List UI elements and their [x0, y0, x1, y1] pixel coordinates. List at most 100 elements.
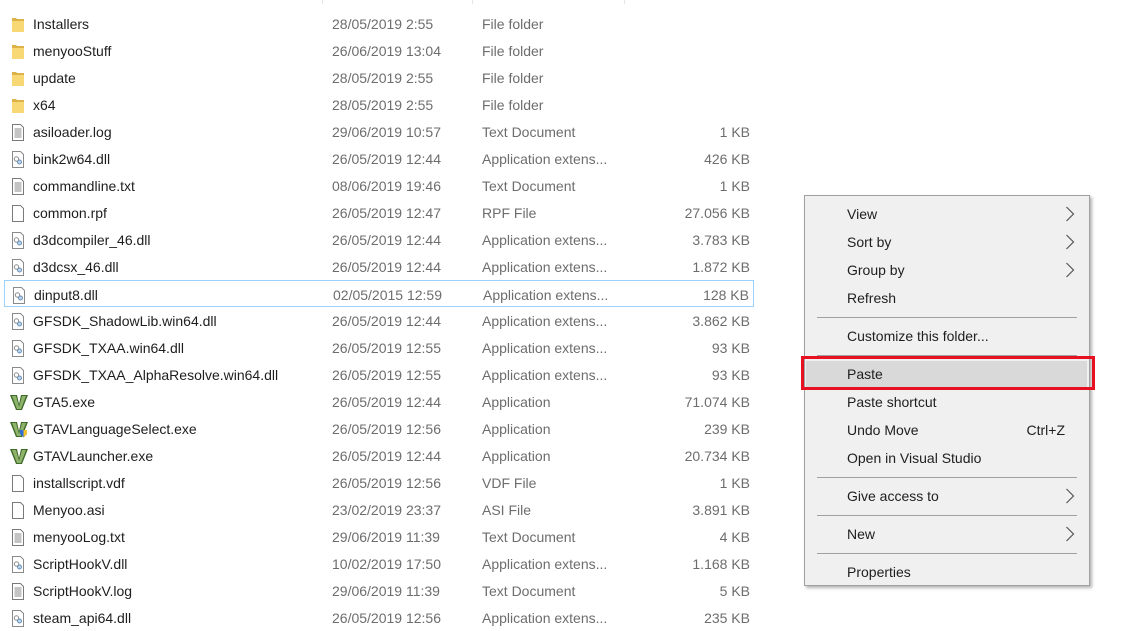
file-size: 426 KB: [704, 151, 750, 167]
chevron-right-icon: [1065, 488, 1075, 504]
menu-item-paste-shortcut[interactable]: Paste shortcut: [806, 389, 1087, 415]
file-row[interactable]: Menyoo.asi 23/02/2019 23:37 ASI File 3.8…: [4, 496, 754, 523]
menu-item-label: Group by: [847, 262, 905, 278]
file-size: 27.056 KB: [684, 205, 750, 221]
file-row[interactable]: installscript.vdf 26/05/2019 12:56 VDF F…: [4, 469, 754, 496]
file-date: 26/05/2019 12:44: [332, 259, 441, 275]
file-name: menyooLog.txt: [33, 529, 125, 545]
text-file-icon: [10, 178, 26, 195]
file-date: 28/05/2019 2:55: [332, 16, 434, 32]
folder-icon: [10, 16, 26, 33]
context-menu: View Sort by Group by Refresh Customize this…: [804, 195, 1090, 586]
folder-icon: [10, 97, 26, 114]
file-name: bink2w64.dll: [33, 151, 111, 167]
menu-item-group-by[interactable]: Group by: [806, 257, 1087, 283]
text-file-icon: [10, 583, 26, 600]
blank-file-icon: [10, 205, 26, 222]
chevron-right-icon: [1065, 262, 1075, 278]
file-date: 10/02/2019 17:50: [332, 556, 441, 572]
file-size: 1 KB: [719, 475, 750, 491]
chevron-right-icon: [1065, 206, 1075, 222]
file-row[interactable]: Installers 28/05/2019 2:55 File folder: [4, 10, 754, 37]
file-type: File folder: [482, 16, 544, 32]
column-divider: [472, 0, 473, 4]
paste-highlight-box: [801, 356, 1095, 390]
file-row[interactable]: GTAVLauncher.exe 26/05/2019 12:44 Applic…: [4, 442, 754, 469]
dll-file-icon: [10, 232, 26, 249]
file-date: 26/05/2019 12:47: [332, 205, 441, 221]
file-name: Menyoo.asi: [33, 502, 105, 518]
file-name: GTA5.exe: [33, 394, 95, 410]
file-date: 26/05/2019 12:44: [332, 394, 441, 410]
column-divider: [624, 0, 625, 4]
file-name: asiloader.log: [33, 124, 112, 140]
file-row[interactable]: d3dcsx_46.dll 26/05/2019 12:44 Applicati…: [4, 253, 754, 280]
file-row[interactable]: menyooStuff 26/06/2019 13:04 File folder: [4, 37, 754, 64]
menu-item-sort-by[interactable]: Sort by: [806, 229, 1087, 255]
file-type: Text Document: [482, 124, 576, 140]
file-row[interactable]: d3dcompiler_46.dll 26/05/2019 12:44 Appl…: [4, 226, 754, 253]
shortcut-label: Ctrl+Z: [1026, 422, 1066, 438]
file-size: 71.074 KB: [684, 394, 750, 410]
menu-item-customize-this-folder[interactable]: Customize this folder...: [806, 323, 1087, 349]
file-date: 28/05/2019 2:55: [332, 70, 434, 86]
file-date: 29/06/2019 11:39: [332, 529, 440, 545]
dll-file-icon: [10, 259, 26, 276]
file-name: d3dcompiler_46.dll: [33, 232, 151, 248]
file-row[interactable]: bink2w64.dll 26/05/2019 12:44 Applicatio…: [4, 145, 754, 172]
file-row[interactable]: common.rpf 26/05/2019 12:47 RPF File 27.…: [4, 199, 754, 226]
menu-separator: [817, 553, 1077, 554]
file-row[interactable]: dinput8.dll 02/05/2015 12:59 Application…: [4, 280, 754, 307]
file-name: GTAVLauncher.exe: [33, 448, 154, 464]
menu-item-label: Open in Visual Studio: [847, 450, 982, 466]
file-row[interactable]: GFSDK_ShadowLib.win64.dll 26/05/2019 12:…: [4, 307, 754, 334]
dll-file-icon: [10, 313, 26, 330]
file-row[interactable]: ScriptHookV.dll 10/02/2019 17:50 Applica…: [4, 550, 754, 577]
menu-item-open-in-visual-studio[interactable]: Open in Visual Studio: [806, 445, 1087, 471]
file-date: 26/05/2019 12:44: [332, 313, 441, 329]
file-row[interactable]: update 28/05/2019 2:55 File folder: [4, 64, 754, 91]
file-name: installscript.vdf: [33, 475, 125, 491]
file-size: 239 KB: [704, 421, 750, 437]
file-name: GTAVLanguageSelect.exe: [33, 421, 197, 437]
file-name: GFSDK_TXAA_AlphaResolve.win64.dll: [33, 367, 279, 383]
file-row[interactable]: commandline.txt 08/06/2019 19:46 Text Do…: [4, 172, 754, 199]
file-row[interactable]: GFSDK_TXAA_AlphaResolve.win64.dll 26/05/…: [4, 361, 754, 388]
file-row[interactable]: GTA5.exe 26/05/2019 12:44 Application 71…: [4, 388, 754, 415]
file-type: RPF File: [482, 205, 537, 221]
file-date: 26/05/2019 12:56: [332, 610, 441, 626]
menu-separator: [817, 477, 1077, 478]
file-row[interactable]: asiloader.log 29/06/2019 10:57 Text Docu…: [4, 118, 754, 145]
menu-item-undo-move[interactable]: Undo Move Ctrl+Z: [806, 417, 1087, 443]
file-name: ScriptHookV.dll: [33, 556, 128, 572]
file-date: 08/06/2019 19:46: [332, 178, 441, 194]
file-row[interactable]: GTAVLanguageSelect.exe 26/05/2019 12:56 …: [4, 415, 754, 442]
dll-file-icon: [10, 367, 26, 384]
file-row[interactable]: menyooLog.txt 29/06/2019 11:39 Text Docu…: [4, 523, 754, 550]
file-row[interactable]: steam_api64.dll 26/05/2019 12:56 Applica…: [4, 604, 754, 631]
column-divider: [322, 0, 323, 4]
menu-item-label: Refresh: [847, 290, 897, 306]
menu-item-give-access-to[interactable]: Give access to: [806, 483, 1087, 509]
file-name: menyooStuff: [33, 43, 112, 59]
gta-v-icon: [10, 448, 28, 465]
file-row[interactable]: ScriptHookV.log 29/06/2019 11:39 Text Do…: [4, 577, 754, 604]
file-date: 26/05/2019 12:55: [332, 340, 441, 356]
file-row[interactable]: GFSDK_TXAA.win64.dll 26/05/2019 12:55 Ap…: [4, 334, 754, 361]
file-size: 5 KB: [719, 583, 750, 599]
file-type: Application: [482, 448, 551, 464]
file-date: 29/06/2019 11:39: [332, 583, 440, 599]
file-size: 3.891 KB: [692, 502, 750, 518]
file-size: 1.872 KB: [692, 259, 750, 275]
file-size: 3.783 KB: [692, 232, 750, 248]
file-date: 26/05/2019 12:44: [332, 232, 441, 248]
menu-item-label: Undo Move: [847, 422, 919, 438]
file-type: Text Document: [482, 178, 576, 194]
menu-item-new[interactable]: New: [806, 521, 1087, 547]
file-row[interactable]: x64 28/05/2019 2:55 File folder: [4, 91, 754, 118]
menu-separator: [817, 317, 1077, 318]
menu-item-refresh[interactable]: Refresh: [806, 285, 1087, 311]
menu-item-view[interactable]: View: [806, 201, 1087, 227]
chevron-right-icon: [1065, 234, 1075, 250]
menu-item-properties[interactable]: Properties: [806, 559, 1087, 585]
